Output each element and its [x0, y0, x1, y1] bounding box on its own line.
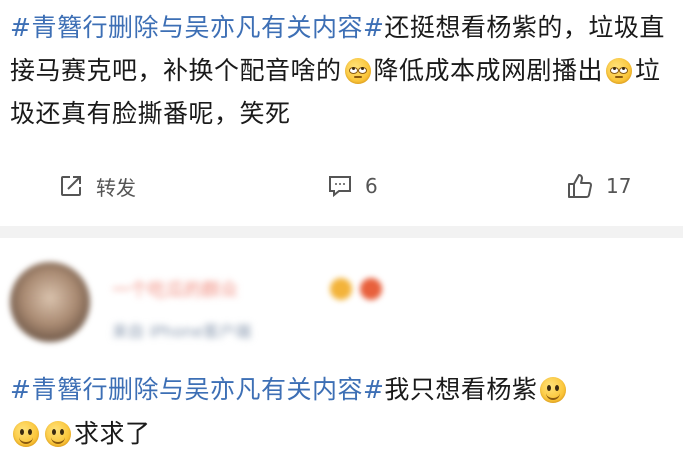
section-divider	[0, 226, 683, 238]
like-count: 17	[606, 174, 632, 198]
like-button[interactable]: 17	[566, 172, 631, 200]
user-level-icon	[360, 278, 382, 300]
comment-text-part-2: 求求了	[74, 419, 151, 448]
comment-icon	[327, 173, 353, 199]
comment-hashtag-link[interactable]: #青簪行删除与吴亦凡有关内容#	[10, 375, 384, 404]
smile-emoji-icon	[540, 377, 567, 403]
post-action-bar: 转发 6 17	[0, 160, 683, 212]
user-badge-icon	[330, 278, 352, 300]
comment-meta: 来自 iPhone客户端	[112, 322, 252, 341]
smile-emoji-icon	[45, 421, 71, 447]
comment-count: 6	[365, 174, 378, 198]
repost-icon	[58, 173, 84, 199]
avatar[interactable]	[10, 262, 90, 342]
repost-label: 转发	[96, 175, 136, 200]
repost-button[interactable]: 转发	[58, 172, 136, 201]
post-body: #青簪行删除与吴亦凡有关内容#还挺想看杨紫的，垃圾直接马赛克吧，补换个配音啥的降…	[10, 6, 678, 135]
comment-text-part-1: 我只想看杨紫	[384, 375, 538, 404]
post-text-part-2: 降低成本成网剧播出	[373, 56, 604, 85]
rolling-eyes-emoji-icon	[606, 58, 633, 84]
thumbs-up-icon	[566, 172, 594, 200]
rolling-eyes-emoji-icon	[344, 58, 371, 84]
comment-username[interactable]: 一个吃瓜的群众	[112, 276, 238, 302]
comment-author-row: 一个吃瓜的群众 来自 iPhone客户端	[0, 250, 683, 360]
comment-button[interactable]: 6	[327, 173, 378, 199]
comment-body: #青簪行删除与吴亦凡有关内容#我只想看杨紫求求了	[10, 368, 678, 456]
post-hashtag-link[interactable]: #青簪行删除与吴亦凡有关内容#	[10, 13, 384, 42]
smile-emoji-icon	[13, 421, 39, 447]
